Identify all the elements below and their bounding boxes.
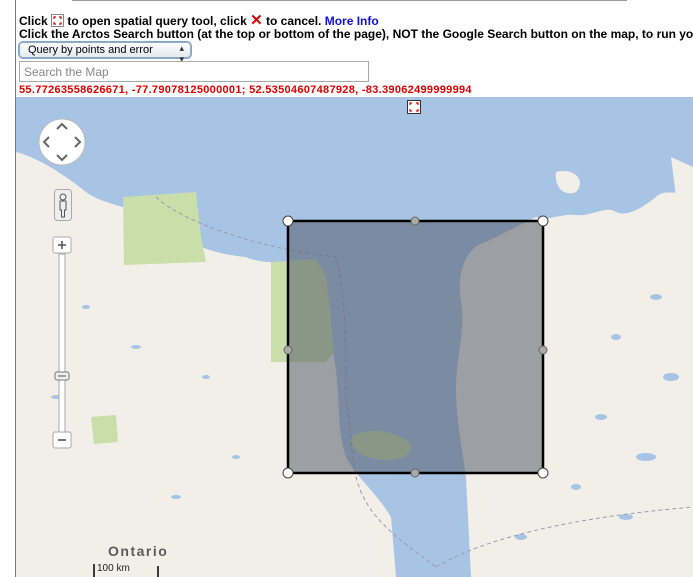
map-canvas[interactable]: Ontario 100 km: [16, 97, 693, 577]
street-view-pegman-icon[interactable]: [54, 189, 72, 221]
map-place-label: Ontario: [108, 543, 169, 559]
map-search-input[interactable]: [19, 61, 369, 82]
more-info-link[interactable]: More Info: [325, 14, 379, 28]
top-divider: [72, 0, 627, 1]
coordinates-readout: 55.77263558626671, -77.79078125000001; 5…: [19, 84, 472, 96]
instruction-line-2: Click the Arctos Search button (at the t…: [19, 27, 693, 41]
map-scale: 100 km: [76, 562, 186, 577]
map-tiles: [16, 97, 693, 577]
spatial-query-toggle-icon[interactable]: [407, 100, 421, 114]
spatial-query-icon[interactable]: [51, 14, 65, 27]
zoom-slider[interactable]: [52, 236, 72, 451]
query-type-select[interactable]: Query by points and error ▴ ▾: [19, 42, 191, 64]
pan-control[interactable]: [37, 117, 87, 167]
